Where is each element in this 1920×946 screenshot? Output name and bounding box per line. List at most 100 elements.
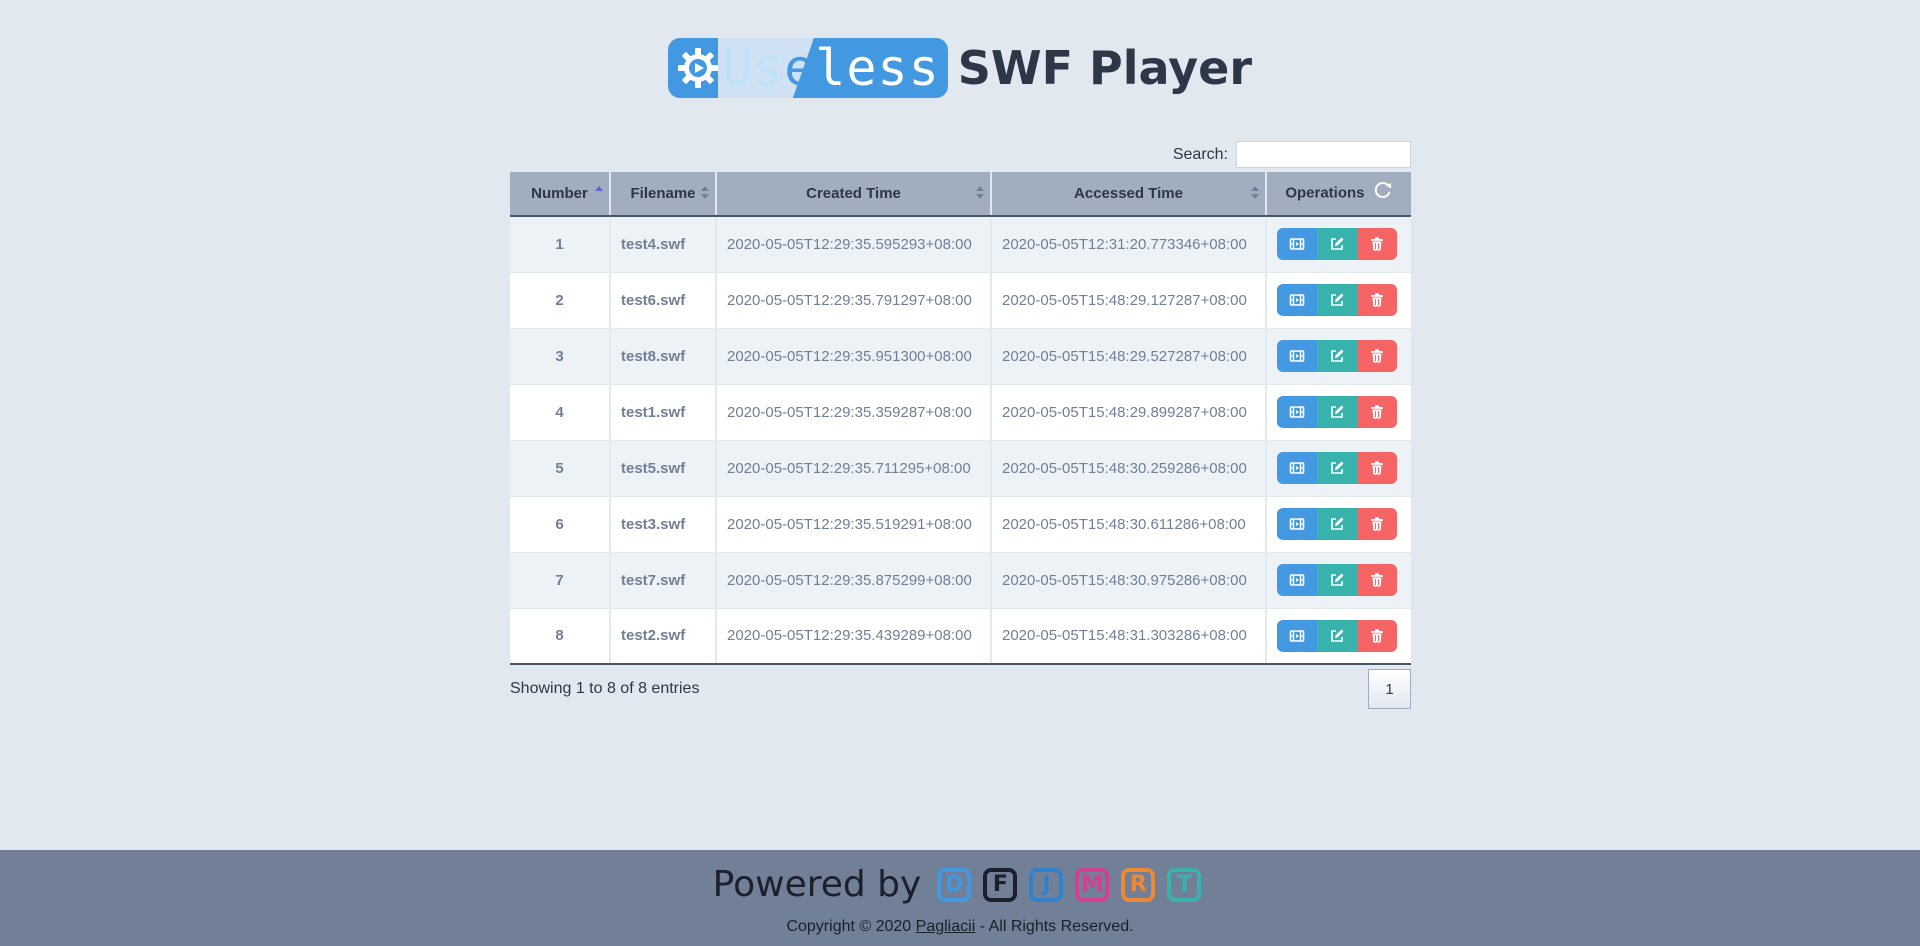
cell-filename: test4.swf [610,216,717,273]
film-icon [1289,236,1305,252]
cell-operations [1266,384,1411,441]
cell-created-time: 2020-05-05T12:29:35.711295+08:00 [716,440,992,497]
operations-group [1277,564,1401,596]
useless-logo: Useless [667,38,948,98]
column-header-created-time[interactable]: Created Time [716,172,992,217]
edit-icon [1329,292,1345,308]
column-header-number[interactable]: Number [510,172,611,217]
search-label: Search: [1172,145,1228,163]
trash-icon [1369,628,1385,644]
search-input[interactable] [1236,141,1411,168]
edit-icon [1329,572,1345,588]
cell-number: 8 [510,608,611,665]
gear-play-icon [676,46,720,90]
cell-operations [1266,496,1411,553]
table-row: 8 test2.swf 2020-05-05T12:29:35.439289+08:… [510,608,1411,665]
column-header-accessed-time[interactable]: Accessed Time [991,172,1267,217]
cell-number: 3 [510,328,611,385]
table-row: 7 test7.swf 2020-05-05T12:29:35.875299+08:… [510,552,1411,609]
logo-text-start: Us [721,39,785,97]
play-button[interactable] [1277,619,1317,652]
play-button[interactable] [1277,508,1317,540]
tech-badge-r-icon: R [1121,867,1156,902]
cell-accessed-time: 2020-05-05T15:48:31.303286+08:00 [991,608,1267,665]
trash-icon [1369,292,1385,308]
copyright: Copyright © 2020 Pagliacii - All Rights … [0,918,1920,936]
table-row: 2 test6.swf 2020-05-05T12:29:35.791297+08:… [510,272,1411,329]
play-button[interactable] [1277,228,1317,261]
film-icon [1289,628,1305,644]
delete-button[interactable] [1357,508,1397,540]
trash-icon [1369,516,1385,532]
table-footer: Showing 1 to 8 of 8 entries 1 [510,669,1411,709]
column-header-operations: Operations [1266,172,1411,217]
cell-accessed-time: 2020-05-05T15:48:29.899287+08:00 [991,384,1267,441]
delete-button[interactable] [1357,564,1397,596]
cell-created-time: 2020-05-05T12:29:35.359287+08:00 [716,384,992,441]
delete-button[interactable] [1357,396,1397,428]
edit-icon [1329,628,1345,644]
cell-operations [1266,552,1411,609]
edit-button[interactable] [1317,284,1357,316]
edit-icon [1329,516,1345,532]
edit-button[interactable] [1317,619,1357,652]
tech-badge-j-icon: J [1029,867,1064,902]
delete-button[interactable] [1357,228,1397,261]
column-label: Operations [1285,184,1365,202]
cell-created-time: 2020-05-05T12:29:35.519291+08:00 [716,496,992,553]
column-header-filename[interactable]: Filename [610,172,717,217]
delete-button[interactable] [1357,619,1397,652]
edit-button[interactable] [1317,228,1357,261]
play-button[interactable] [1277,396,1317,428]
cell-created-time: 2020-05-05T12:29:35.439289+08:00 [716,608,992,665]
tech-badges: DFJMRT [931,867,1207,902]
delete-button[interactable] [1357,452,1397,484]
edit-icon [1329,404,1345,420]
cell-filename: test8.swf [610,328,717,385]
edit-button[interactable] [1317,340,1357,372]
table-row: 5 test5.swf 2020-05-05T12:29:35.711295+08:… [510,440,1411,497]
edit-button[interactable] [1317,508,1357,540]
trash-icon [1369,404,1385,420]
delete-button[interactable] [1357,284,1397,316]
table-row: 6 test3.swf 2020-05-05T12:29:35.519291+08:… [510,496,1411,553]
tech-badge-t-icon: T [1167,867,1202,902]
film-icon [1289,516,1305,532]
sort-icon [701,186,709,200]
refresh-icon[interactable] [1373,181,1393,203]
tech-badge-m-icon: M [1075,867,1110,902]
film-icon [1289,460,1305,476]
sort-ascending-icon [595,186,603,200]
logo-text-shaded: e [784,39,816,97]
delete-button[interactable] [1357,340,1397,372]
cell-operations [1266,216,1411,273]
edit-icon [1329,236,1345,252]
play-button[interactable] [1277,564,1317,596]
file-table: Number Filename Created Time Accessed Ti… [510,172,1411,665]
cell-filename: test1.swf [610,384,717,441]
sort-icon [976,186,984,200]
cell-number: 7 [510,552,611,609]
cell-accessed-time: 2020-05-05T15:48:30.611286+08:00 [991,496,1267,553]
page-button-1[interactable]: 1 [1368,669,1411,709]
table-row: 3 test8.swf 2020-05-05T12:29:35.951300+08:… [510,328,1411,385]
table-row: 4 test1.swf 2020-05-05T12:29:35.359287+08:… [510,384,1411,441]
edit-button[interactable] [1317,564,1357,596]
edit-button[interactable] [1317,396,1357,428]
cell-accessed-time: 2020-05-05T15:48:29.527287+08:00 [991,328,1267,385]
powered-by: Powered by DFJMRT [0,864,1920,905]
edit-button[interactable] [1317,452,1357,484]
play-button[interactable] [1277,340,1317,372]
trash-icon [1369,236,1385,252]
edit-icon [1329,460,1345,476]
operations-group [1277,228,1401,261]
trash-icon [1369,348,1385,364]
film-icon [1289,292,1305,308]
cell-number: 1 [510,216,611,273]
copyright-prefix: Copyright © 2020 [786,918,912,935]
play-button[interactable] [1277,284,1317,316]
cell-created-time: 2020-05-05T12:29:35.875299+08:00 [716,552,992,609]
table-row: 1 test4.swf 2020-05-05T12:29:35.595293+08:… [510,216,1411,273]
author-link[interactable]: Pagliacii [916,918,976,935]
play-button[interactable] [1277,452,1317,484]
